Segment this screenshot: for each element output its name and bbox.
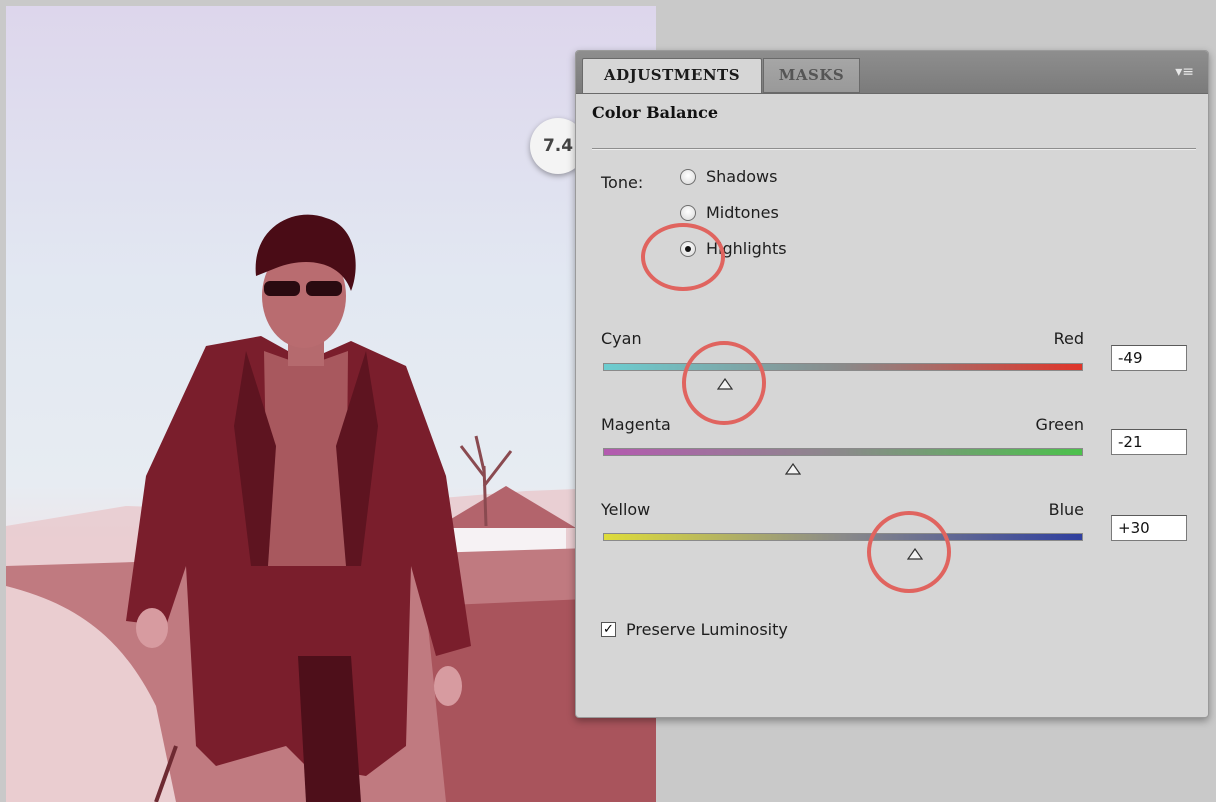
panel-title: Color Balance	[592, 103, 719, 122]
annotation-circle-yellow-blue	[867, 511, 951, 593]
panel-tab-bar: ADJUSTMENTS MASKS ▾≡	[576, 51, 1208, 94]
tab-masks[interactable]: MASKS	[763, 58, 860, 93]
preserve-luminosity-checkbox[interactable]: ✓	[601, 622, 616, 637]
slider-magenta-label: Magenta	[601, 415, 671, 434]
radio-midtones-label[interactable]: Midtones	[706, 203, 779, 222]
annotation-circle-cyan-red	[682, 341, 766, 425]
radio-shadows-label[interactable]: Shadows	[706, 167, 777, 186]
tab-adjustments[interactable]: ADJUSTMENTS	[582, 58, 762, 93]
magenta-green-slider-track[interactable]	[603, 448, 1083, 456]
radio-midtones[interactable]	[680, 205, 696, 221]
annotation-circle-highlights	[641, 223, 725, 291]
title-divider	[592, 148, 1196, 150]
magenta-green-slider-thumb[interactable]	[784, 460, 801, 475]
preserve-luminosity-label[interactable]: Preserve Luminosity	[626, 620, 788, 639]
adjustments-panel: ADJUSTMENTS MASKS ▾≡ Color Balance Tone:…	[575, 50, 1209, 718]
slider-cyan-label: Cyan	[601, 329, 642, 348]
cyan-red-value-field[interactable]: -49	[1111, 345, 1187, 371]
slider-yellow-label: Yellow	[601, 500, 651, 519]
slider-green-label: Green	[1035, 415, 1084, 434]
yellow-blue-value-field[interactable]: +30	[1111, 515, 1187, 541]
slider-blue-label: Blue	[1048, 500, 1084, 519]
yellow-blue-slider-track[interactable]	[603, 533, 1083, 541]
tone-label: Tone:	[601, 173, 644, 192]
slider-red-label: Red	[1053, 329, 1084, 348]
cyan-red-slider-track[interactable]	[603, 363, 1083, 371]
panel-menu-icon[interactable]: ▾≡	[1175, 64, 1194, 80]
radio-shadows[interactable]	[680, 169, 696, 185]
magenta-green-value-field[interactable]: -21	[1111, 429, 1187, 455]
